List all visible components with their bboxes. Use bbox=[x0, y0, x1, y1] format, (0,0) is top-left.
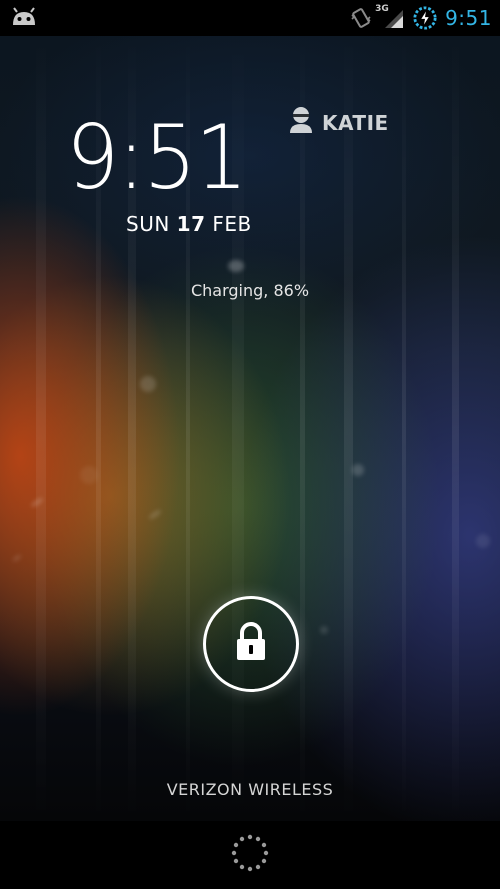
charging-status: Charging, 86% bbox=[190, 281, 310, 300]
date-month: FEB bbox=[212, 212, 252, 236]
carrier-label: VERIZON WIRELESS bbox=[166, 780, 334, 799]
status-bar-time: 9:51 bbox=[445, 6, 492, 30]
lock-icon bbox=[234, 622, 268, 666]
battery-charging-icon bbox=[413, 6, 437, 30]
navigation-bar bbox=[0, 821, 500, 889]
loading-spinner-icon bbox=[230, 833, 270, 877]
date-number: 17 bbox=[176, 212, 206, 236]
signal-3g-icon: 3G bbox=[375, 4, 405, 30]
status-bar: 3G 9:51 bbox=[0, 0, 500, 36]
unlock-button[interactable] bbox=[203, 596, 299, 692]
lockscreen-clock: 9:51 bbox=[66, 106, 248, 209]
user-icon bbox=[288, 106, 314, 139]
owner-info: KATIE bbox=[288, 106, 389, 139]
date-day: SUN bbox=[126, 212, 170, 236]
vibrate-icon bbox=[349, 6, 373, 30]
android-notification-icon[interactable] bbox=[10, 7, 38, 29]
owner-name: KATIE bbox=[322, 110, 389, 135]
lockscreen-date: SUN 17 FEB bbox=[126, 212, 252, 236]
